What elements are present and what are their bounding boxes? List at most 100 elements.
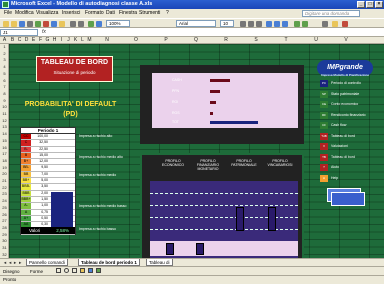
profiles-chart[interactable]: PROFILO ECONOMICO PROFILO FINANZIARIO MO… bbox=[140, 153, 304, 258]
column-header[interactable]: S bbox=[241, 37, 271, 44]
legend-swatch[interactable]: PC bbox=[320, 80, 328, 87]
menu-formato[interactable]: Formato bbox=[85, 10, 104, 17]
row-header[interactable]: 32 bbox=[0, 252, 9, 257]
row-header[interactable]: 6 bbox=[0, 78, 9, 83]
wordart-icon[interactable] bbox=[88, 268, 93, 273]
print-icon[interactable] bbox=[27, 21, 33, 27]
underline-icon[interactable] bbox=[256, 21, 262, 27]
legend-item[interactable]: ? Aiuto bbox=[320, 163, 376, 174]
copy-icon[interactable] bbox=[51, 21, 57, 27]
name-box[interactable]: J1 bbox=[0, 29, 38, 36]
row-header[interactable]: 25 bbox=[0, 205, 9, 210]
row-header[interactable]: 8 bbox=[0, 91, 9, 96]
ask-question-input[interactable]: Digitare una domanda bbox=[302, 10, 360, 17]
rectangle-tool-icon[interactable] bbox=[72, 268, 77, 273]
column-header[interactable]: M bbox=[86, 37, 93, 44]
row-header[interactable]: 22 bbox=[0, 185, 9, 190]
row-header[interactable]: 26 bbox=[0, 212, 9, 217]
row-header[interactable]: 2 bbox=[0, 51, 9, 56]
zoom-select[interactable]: 100% bbox=[106, 20, 130, 27]
paste-icon[interactable] bbox=[59, 21, 65, 27]
new-icon[interactable] bbox=[3, 21, 9, 27]
column-header[interactable]: P bbox=[151, 37, 181, 44]
column-header[interactable]: T bbox=[271, 37, 301, 44]
column-header[interactable]: K bbox=[72, 37, 79, 44]
column-header[interactable]: J bbox=[65, 37, 72, 44]
legend-swatch[interactable]: TdB bbox=[320, 132, 328, 140]
row-header[interactable]: 21 bbox=[0, 178, 9, 183]
legend-item[interactable]: H Help bbox=[320, 174, 376, 185]
tab-tableau-di[interactable]: Tableau di bbox=[146, 259, 173, 266]
column-header[interactable]: H bbox=[51, 37, 58, 44]
column-header[interactable]: O bbox=[121, 37, 151, 44]
menu-visualizza[interactable]: Visualizza bbox=[36, 10, 58, 17]
row-header[interactable]: 11 bbox=[0, 111, 9, 116]
shapes-menu[interactable]: Forme bbox=[30, 268, 43, 275]
row-header[interactable]: 28 bbox=[0, 225, 9, 230]
row-header[interactable]: 9 bbox=[0, 98, 9, 103]
column-header[interactable]: B bbox=[9, 37, 16, 44]
legend-item[interactable]: V Valutazioni bbox=[320, 142, 376, 153]
font-size-select[interactable]: 10 bbox=[220, 20, 234, 27]
autosum-icon[interactable] bbox=[88, 21, 94, 27]
spellcheck-icon[interactable] bbox=[35, 21, 41, 27]
tab-pannello-comandi[interactable]: Pannello comandi bbox=[26, 259, 68, 266]
indicators-bar-chart[interactable]: CASH PFN ROI ROS TOT bbox=[140, 65, 304, 144]
italic-icon[interactable] bbox=[248, 21, 254, 27]
align-right-icon[interactable] bbox=[282, 21, 288, 27]
menu-file[interactable]: File bbox=[4, 10, 12, 17]
save-icon[interactable] bbox=[19, 21, 25, 27]
column-header[interactable]: A bbox=[0, 37, 9, 44]
row-header[interactable]: 4 bbox=[0, 64, 9, 69]
menu-strumenti[interactable]: Strumenti bbox=[139, 10, 160, 17]
column-header[interactable]: C bbox=[16, 37, 23, 44]
row-header[interactable]: 24 bbox=[0, 198, 9, 203]
column-header[interactable]: N bbox=[93, 37, 121, 44]
close-button[interactable]: × bbox=[375, 1, 383, 8]
tab-nav-arrows[interactable]: ◄ ◄ ► ► bbox=[3, 260, 22, 265]
row-header[interactable]: 29 bbox=[0, 232, 9, 237]
open-icon[interactable] bbox=[11, 21, 17, 27]
row-header[interactable]: 27 bbox=[0, 218, 9, 223]
column-header[interactable]: U bbox=[301, 37, 331, 44]
column-header[interactable]: L bbox=[79, 37, 86, 44]
clipart-icon[interactable] bbox=[96, 268, 101, 273]
row-header[interactable]: 13 bbox=[0, 124, 9, 129]
menu-finestra[interactable]: Finestra bbox=[119, 10, 137, 17]
line-tool-icon[interactable] bbox=[56, 268, 61, 273]
menu-modifica[interactable]: Modifica bbox=[15, 10, 34, 17]
legend-swatch[interactable]: CF bbox=[320, 122, 328, 129]
row-header[interactable]: 17 bbox=[0, 151, 9, 156]
row-header[interactable]: 18 bbox=[0, 158, 9, 163]
column-header[interactable]: E bbox=[30, 37, 37, 44]
column-header[interactable]: V bbox=[331, 37, 361, 44]
legend-item[interactable]: SP Stato patrimoniale bbox=[320, 90, 376, 101]
minimize-button[interactable]: _ bbox=[357, 1, 365, 8]
row-header[interactable]: 10 bbox=[0, 104, 9, 109]
cut-icon[interactable] bbox=[43, 21, 49, 27]
menu-inserisci[interactable]: Inserisci bbox=[62, 10, 80, 17]
textbox-tool-icon[interactable] bbox=[80, 268, 85, 273]
row-header[interactable]: 15 bbox=[0, 138, 9, 143]
row-header[interactable]: 16 bbox=[0, 145, 9, 150]
redo-icon[interactable] bbox=[78, 21, 84, 27]
column-header[interactable]: I bbox=[58, 37, 65, 44]
row-header[interactable]: 5 bbox=[0, 71, 9, 76]
oval-tool-icon[interactable] bbox=[64, 268, 69, 273]
borders-icon[interactable] bbox=[322, 21, 328, 27]
row-header[interactable]: 14 bbox=[0, 131, 9, 136]
column-header[interactable]: R bbox=[211, 37, 241, 44]
legend-swatch[interactable]: SP bbox=[320, 90, 328, 98]
column-header[interactable]: F bbox=[37, 37, 44, 44]
row-header[interactable]: 1 bbox=[0, 44, 9, 49]
align-center-icon[interactable] bbox=[274, 21, 280, 27]
legend-swatch[interactable]: RF bbox=[320, 111, 328, 119]
legend-swatch[interactable]: V bbox=[320, 143, 328, 150]
fx-label[interactable]: fx bbox=[42, 29, 46, 35]
row-header[interactable]: 7 bbox=[0, 84, 9, 89]
menu-help[interactable]: ? bbox=[166, 10, 169, 17]
font-select[interactable]: Arial bbox=[176, 20, 216, 27]
fill-color-icon[interactable] bbox=[332, 21, 338, 27]
legend-item[interactable]: CF Cash flow bbox=[320, 121, 376, 132]
row-header[interactable]: 19 bbox=[0, 165, 9, 170]
